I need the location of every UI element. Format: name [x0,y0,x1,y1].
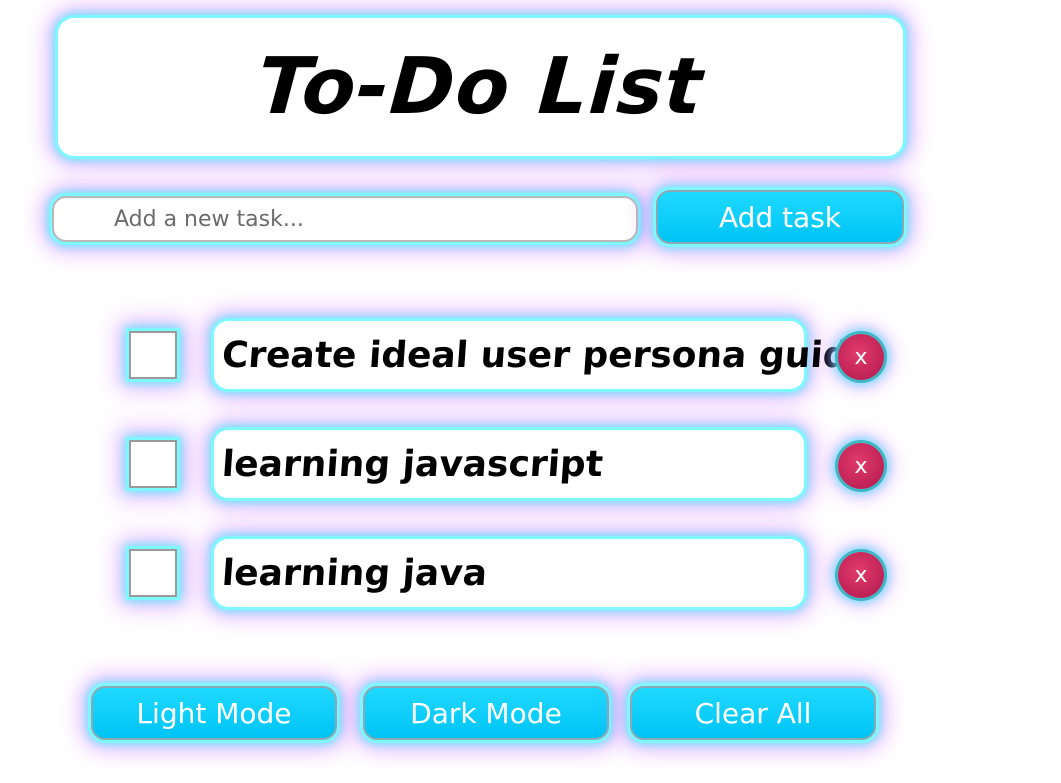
task-item: learning java [214,539,804,607]
add-task-button[interactable]: Add task [656,190,904,244]
delete-task-button[interactable]: x [838,552,884,598]
light-mode-button[interactable]: Light Mode [91,686,337,740]
task-checkbox[interactable] [129,440,177,488]
dark-mode-button[interactable]: Dark Mode [363,686,609,740]
task-text: learning javascript [220,443,605,485]
task-item: Create ideal user persona guide [214,321,874,389]
task-text: Create ideal user persona guide [220,334,875,376]
close-icon: x [854,453,868,479]
new-task-input[interactable] [52,196,638,242]
close-icon: x [854,344,868,370]
close-icon: x [854,562,868,588]
page-title: To-Do List [254,42,707,132]
delete-task-button[interactable]: x [838,334,884,380]
delete-task-button[interactable]: x [838,443,884,489]
task-checkbox[interactable] [129,331,177,379]
title-card: To-Do List [58,18,903,156]
task-text: learning java [220,552,489,594]
task-item: learning javascript [214,430,804,498]
todo-app: To-Do List Add task Create ideal user pe… [0,0,1061,783]
clear-all-button[interactable]: Clear All [630,686,876,740]
task-checkbox[interactable] [129,549,177,597]
